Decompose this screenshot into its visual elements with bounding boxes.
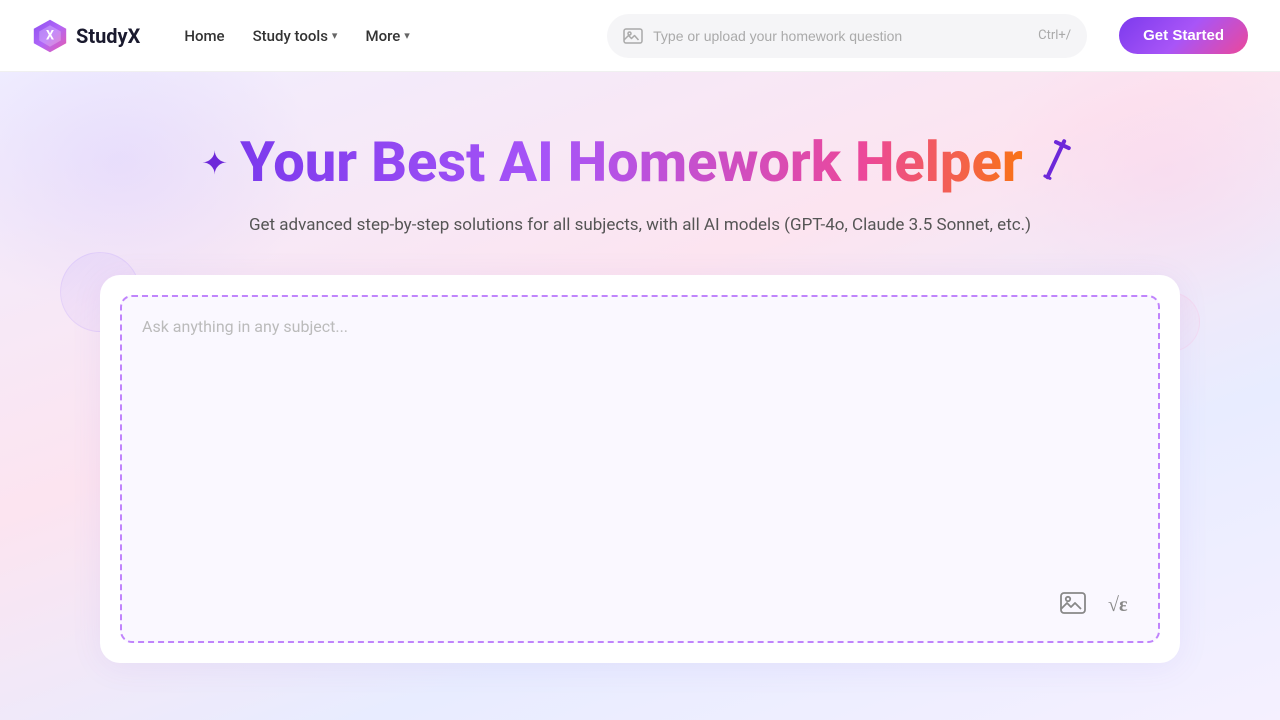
more-chevron-icon: ▾ — [404, 29, 410, 42]
get-started-button[interactable]: Get Started — [1119, 17, 1248, 54]
hero-subtitle: Get advanced step-by-step solutions for … — [249, 212, 1031, 239]
navbar: X StudyX Home Study tools ▾ More ▾ Ctrl+… — [0, 0, 1280, 72]
nav-home[interactable]: Home — [172, 19, 236, 53]
question-textarea[interactable] — [142, 317, 1138, 577]
svg-text:√ε: √ε — [1108, 594, 1128, 616]
upload-image-icon — [623, 26, 643, 46]
nav-links: Home Study tools ▾ More ▾ — [172, 19, 575, 53]
home-label: Home — [184, 27, 224, 45]
logo-icon: X — [32, 18, 68, 54]
hero-title: Your Best AI Homework Helper — [240, 132, 1023, 194]
logo-text: StudyX — [76, 24, 140, 48]
question-toolbar: √ε — [142, 585, 1138, 621]
search-bar: Ctrl+/ — [607, 14, 1087, 58]
search-input[interactable] — [653, 28, 1028, 44]
more-label: More — [365, 27, 400, 45]
search-shortcut: Ctrl+/ — [1038, 28, 1071, 43]
study-tools-chevron-icon: ▾ — [332, 29, 338, 42]
formula-button[interactable]: √ε — [1102, 585, 1138, 621]
nav-more[interactable]: More ▾ — [353, 19, 421, 53]
pencil-icon — [1027, 131, 1086, 194]
image-upload-button[interactable] — [1056, 586, 1090, 620]
nav-study-tools[interactable]: Study tools ▾ — [241, 19, 350, 53]
study-tools-label: Study tools — [253, 27, 328, 45]
image-icon — [1060, 590, 1086, 616]
sparkle-icon: ✦ — [201, 147, 228, 179]
svg-text:X: X — [46, 28, 54, 43]
logo[interactable]: X StudyX — [32, 18, 140, 54]
hero-section: ✦ Your Best AI Homework Helper Get advan… — [0, 72, 1280, 720]
formula-icon: √ε — [1106, 589, 1134, 617]
hero-title-row: ✦ Your Best AI Homework Helper — [201, 132, 1078, 194]
question-box: √ε — [100, 275, 1180, 663]
question-textarea-wrapper: √ε — [120, 295, 1160, 643]
